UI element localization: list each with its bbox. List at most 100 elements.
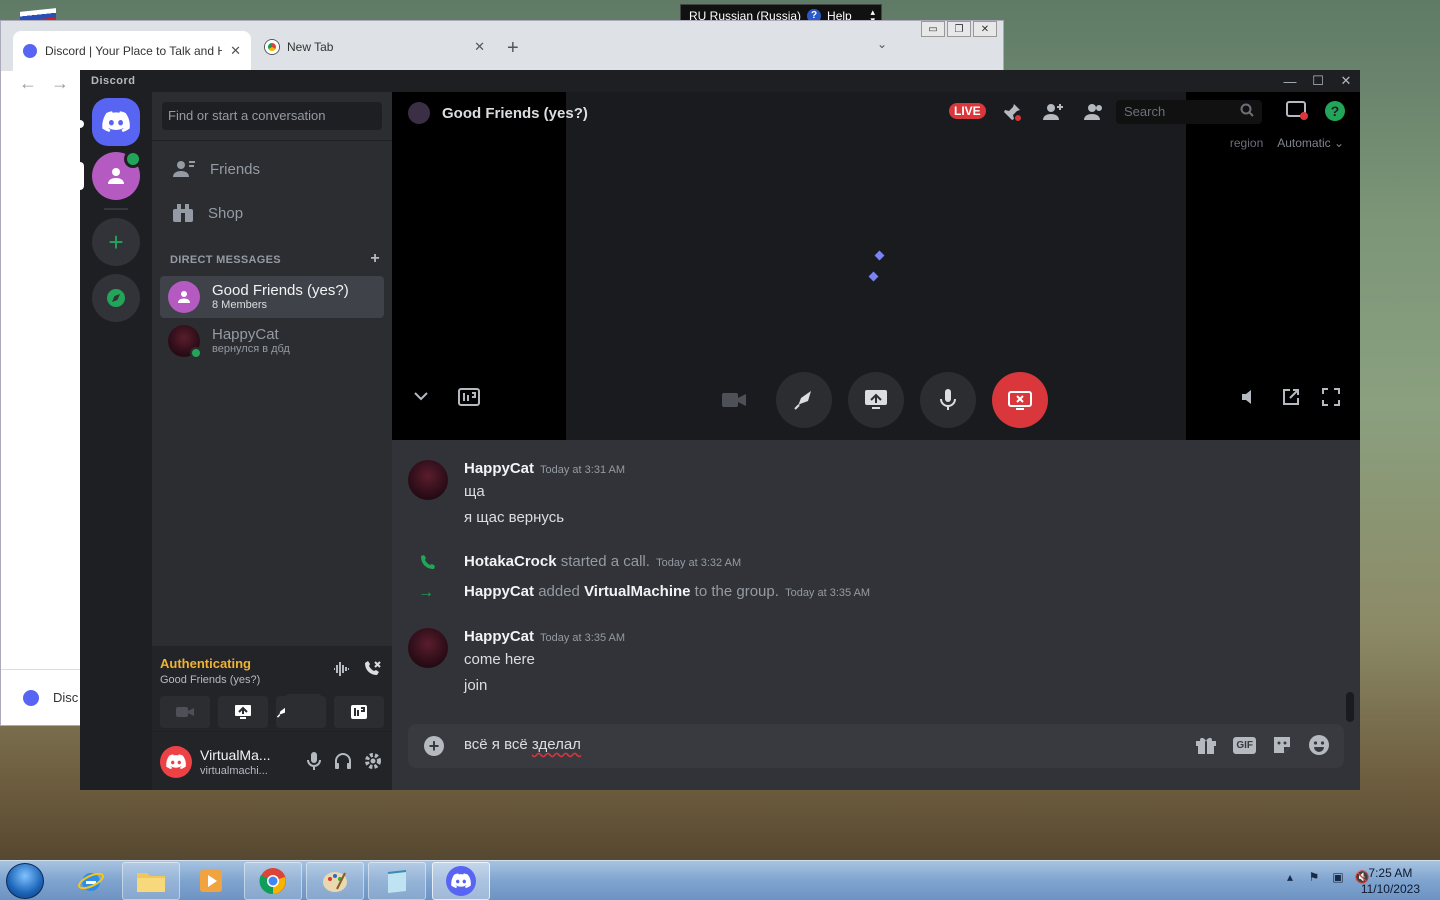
soundboard-button[interactable] — [334, 696, 384, 728]
microphone-button[interactable] — [920, 372, 976, 428]
system-target[interactable]: VirtualMachine — [584, 583, 690, 600]
help-icon[interactable]: ? — [1324, 100, 1346, 122]
maximize-icon[interactable]: ☐ — [1304, 70, 1332, 92]
end-stream-button[interactable] — [992, 372, 1048, 428]
collapse-chevron-icon[interactable] — [414, 388, 428, 406]
voice-channel-name[interactable]: Good Friends (yes?) — [160, 674, 260, 686]
username[interactable]: VirtualMa... — [200, 747, 271, 763]
message-input[interactable]: всё я всё зделал — [464, 736, 581, 753]
nav-friends[interactable]: Friends — [160, 148, 384, 190]
nav-label: Friends — [210, 160, 261, 178]
group-icon — [178, 291, 190, 303]
add-friend-icon[interactable] — [1042, 102, 1064, 122]
disconnect-call-icon[interactable] — [362, 660, 382, 678]
group-icon — [108, 168, 124, 184]
message-author[interactable]: HappyCat — [464, 628, 534, 645]
system-message-call: HotakaCrock started a call. Today at 3:3… — [464, 553, 741, 570]
restore-icon[interactable]: ❐ — [947, 21, 971, 37]
search-placeholder: Search — [1124, 104, 1166, 119]
fullscreen-icon[interactable] — [1322, 388, 1340, 411]
taskbar-internet-explorer[interactable] — [62, 862, 120, 900]
inbox-icon[interactable] — [1286, 100, 1308, 120]
soundboard-icon[interactable] — [458, 388, 480, 411]
explore-servers-button[interactable] — [92, 274, 140, 322]
dm-item-good-friends[interactable]: Good Friends (yes?) 8 Members — [160, 276, 384, 318]
message-timestamp: Today at 3:35 AM — [540, 632, 626, 644]
search-icon — [1240, 103, 1254, 120]
activities-button[interactable] — [776, 372, 832, 428]
avatar[interactable] — [408, 628, 448, 668]
screen-share-button[interactable] — [218, 696, 268, 728]
minimize-icon[interactable]: ▭ — [921, 21, 945, 37]
group-call-button[interactable] — [92, 150, 142, 200]
volume-icon[interactable] — [1240, 388, 1258, 411]
taskbar-paint[interactable] — [306, 862, 364, 900]
voice-status[interactable]: Authenticating — [160, 656, 251, 671]
close-tab-icon[interactable]: ✕ — [230, 43, 241, 59]
taskbar-media-player[interactable] — [182, 862, 240, 900]
taskbar-notepad[interactable] — [368, 862, 426, 900]
discord-titlebar[interactable]: Discord — ☐ ✕ — [80, 70, 1360, 92]
minimize-icon[interactable]: — — [1276, 70, 1304, 92]
home-button[interactable] — [92, 98, 140, 146]
conversation-search-input[interactable]: Find or start a conversation — [162, 102, 382, 130]
region-selector[interactable]: region Automatic ⌄ — [1230, 136, 1344, 150]
discord-logo-icon — [166, 754, 186, 770]
action-center-flag-icon[interactable]: ⚑ — [1306, 869, 1322, 885]
region-value[interactable]: Automatic ⌄ — [1277, 136, 1344, 150]
sticker-icon[interactable] — [1272, 735, 1292, 755]
system-actor[interactable]: HotakaCrock — [464, 553, 557, 570]
network-icon[interactable]: ▣ — [1330, 869, 1346, 885]
settings-gear-icon[interactable] — [364, 752, 382, 770]
microphone-icon[interactable] — [306, 752, 322, 770]
show-hidden-icons-chevron-icon[interactable]: ▴ — [1282, 869, 1298, 885]
avatar[interactable] — [160, 746, 192, 778]
dm-header-label: DIRECT MESSAGES — [170, 254, 281, 266]
dm-item-happycat[interactable]: HappyCat вернулся в дбд — [160, 320, 384, 362]
pinned-messages-icon[interactable] — [1002, 102, 1022, 122]
close-icon[interactable]: ✕ — [973, 21, 997, 37]
add-server-button[interactable]: + — [92, 218, 140, 266]
member-added-arrow-icon: → — [418, 584, 434, 601]
browser-side-tab[interactable]: Disc — [1, 669, 81, 725]
main-panel: Good Friends (yes?) LIVE Search ? region — [392, 92, 1360, 790]
avatar[interactable] — [408, 460, 448, 500]
popout-icon[interactable] — [1282, 388, 1300, 411]
new-tab-button[interactable]: + — [507, 37, 519, 60]
nav-shop[interactable]: Shop — [160, 192, 384, 234]
camera-button[interactable] — [706, 372, 762, 428]
create-dm-plus-icon[interactable]: + — [370, 250, 380, 268]
start-button[interactable] — [6, 863, 44, 899]
scrollbar[interactable] — [1346, 692, 1354, 722]
attach-plus-icon[interactable]: + — [424, 736, 444, 756]
forward-arrow-icon[interactable]: → — [51, 73, 69, 94]
system-clock[interactable]: 7:25 AM 11/10/2023 — [1361, 865, 1420, 897]
screen-share-icon — [235, 705, 251, 719]
back-arrow-icon[interactable]: ← — [19, 73, 37, 94]
camera-icon — [176, 707, 194, 717]
chrome-icon — [259, 868, 286, 895]
message-composer[interactable]: + всё я всё зделал GIF — [408, 724, 1344, 768]
emoji-icon[interactable] — [1308, 734, 1330, 756]
browser-tab-discord[interactable]: Discord | Your Place to Talk and H ✕ — [13, 31, 251, 71]
search-input[interactable]: Search — [1116, 100, 1262, 124]
browser-tab-new[interactable]: New Tab ✕ — [255, 33, 495, 61]
tab-search-chevron-icon[interactable]: ⌄ — [877, 37, 887, 51]
gif-icon[interactable]: GIF — [1233, 736, 1256, 754]
screen-share-button[interactable] — [848, 372, 904, 428]
message-author[interactable]: HappyCat — [464, 460, 534, 477]
member-list-icon[interactable] — [1084, 102, 1106, 122]
headphones-icon[interactable] — [334, 752, 352, 770]
system-actor[interactable]: HappyCat — [464, 583, 534, 600]
taskbar-file-explorer[interactable] — [122, 862, 180, 900]
noise-suppression-icon[interactable] — [332, 660, 350, 678]
user-tag[interactable]: virtualmachi... — [200, 765, 268, 777]
taskbar-chrome[interactable] — [244, 862, 302, 900]
taskbar-discord[interactable] — [432, 862, 490, 900]
activities-button[interactable] — [276, 694, 326, 728]
close-tab-icon[interactable]: ✕ — [474, 39, 485, 55]
gift-icon[interactable] — [1195, 735, 1217, 755]
stop-stream-icon — [1008, 391, 1032, 410]
close-icon[interactable]: ✕ — [1332, 70, 1360, 92]
camera-button[interactable] — [160, 696, 210, 728]
